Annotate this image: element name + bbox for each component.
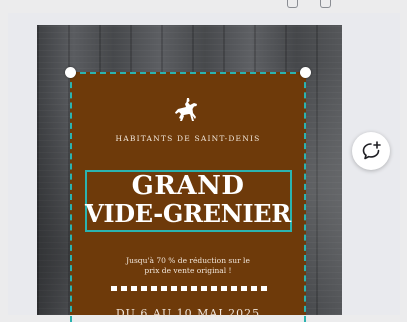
resize-handle-top-left[interactable] bbox=[65, 67, 76, 78]
selection-border bbox=[70, 72, 306, 322]
add-comment-button[interactable] bbox=[352, 132, 390, 170]
add-comment-icon bbox=[362, 141, 381, 160]
resize-handle-top-right[interactable] bbox=[300, 67, 311, 78]
toolbar-icon-1[interactable] bbox=[287, 0, 298, 8]
toolbar-icon-2[interactable] bbox=[320, 0, 331, 8]
